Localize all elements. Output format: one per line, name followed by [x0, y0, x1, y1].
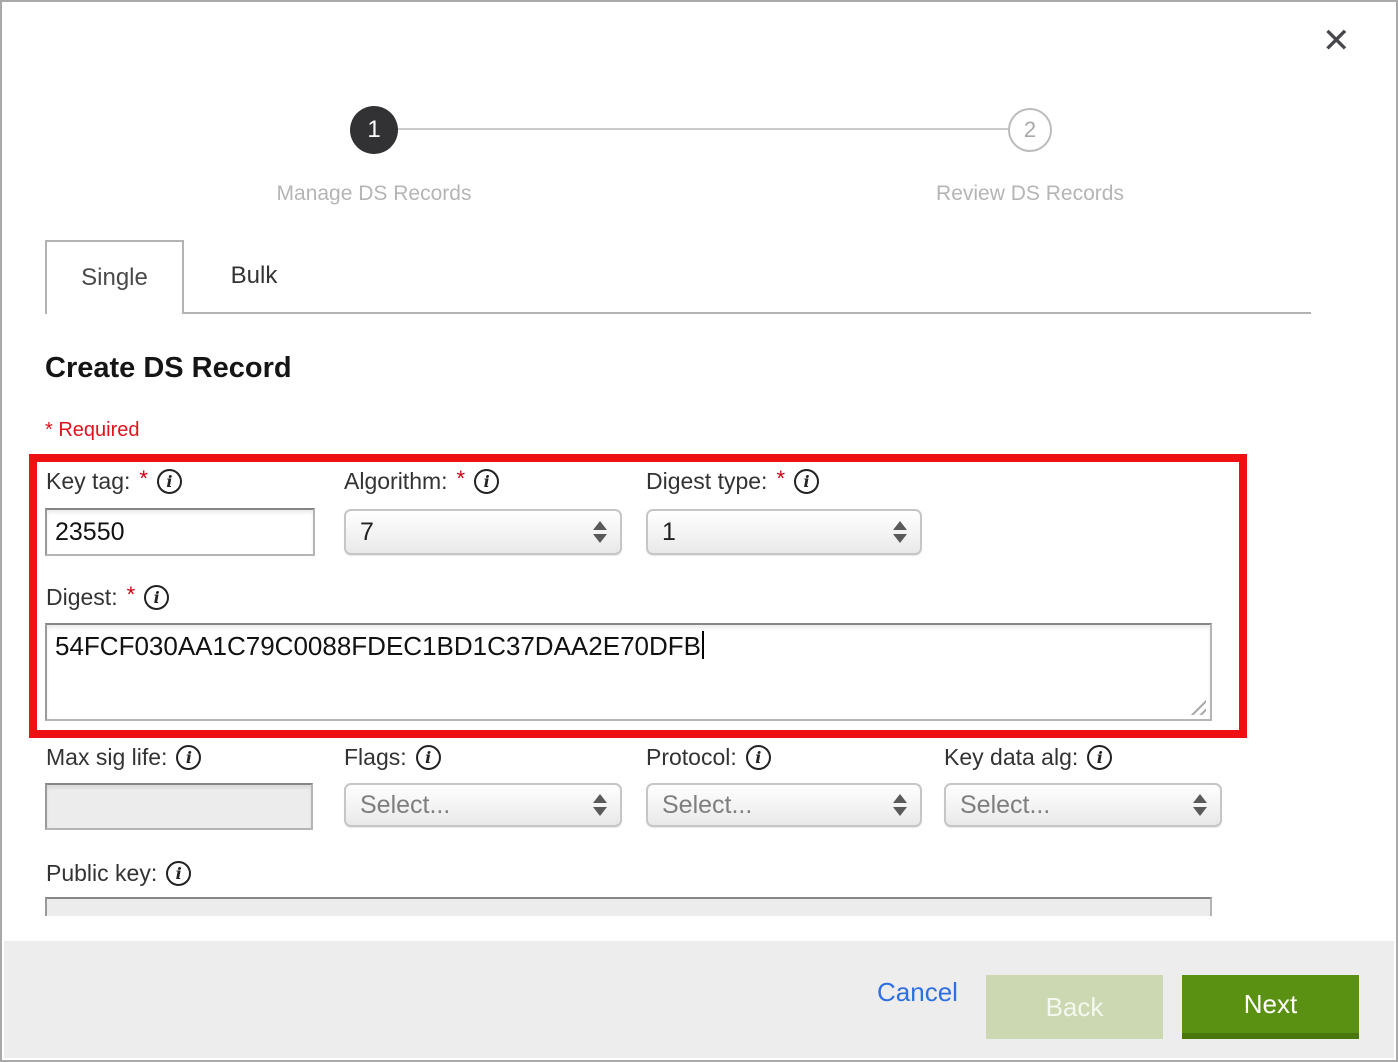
select-arrows-icon	[593, 794, 607, 816]
digest-type-select-value: 1	[662, 518, 676, 547]
digest-type-label-row: Digest type: * i	[646, 468, 819, 495]
page-title: Create DS Record	[45, 352, 292, 385]
digest-label: Digest:	[46, 584, 118, 611]
info-icon[interactable]: i	[746, 745, 771, 770]
step-2-indicator: 2	[1008, 108, 1052, 152]
info-icon[interactable]: i	[474, 469, 499, 494]
select-arrows-icon	[893, 794, 907, 816]
info-icon[interactable]: i	[166, 861, 191, 886]
info-icon[interactable]: i	[416, 745, 441, 770]
close-icon[interactable]: ✕	[1322, 24, 1351, 58]
info-icon[interactable]: i	[1087, 745, 1112, 770]
key-tag-label-row: Key tag: * i	[46, 468, 182, 495]
public-key-clip	[45, 897, 1212, 916]
tab-bottom-border	[45, 312, 1311, 314]
info-icon[interactable]: i	[794, 469, 819, 494]
dialog-footer: Cancel Back Next	[4, 941, 1394, 1058]
key-data-alg-select[interactable]: Select...	[944, 783, 1222, 827]
select-arrows-icon	[1193, 794, 1207, 816]
info-icon[interactable]: i	[176, 745, 201, 770]
cancel-button[interactable]: Cancel	[877, 977, 958, 1008]
algorithm-label-row: Algorithm: * i	[344, 468, 499, 495]
max-sig-life-label: Max sig life:	[46, 744, 167, 771]
algorithm-select-value: 7	[360, 518, 374, 547]
digest-label-row: Digest: * i	[46, 584, 169, 611]
required-asterisk: *	[776, 466, 785, 492]
key-tag-label: Key tag:	[46, 468, 130, 495]
protocol-label: Protocol:	[646, 744, 737, 771]
flags-label: Flags:	[344, 744, 407, 771]
required-asterisk: *	[457, 466, 466, 492]
back-button[interactable]: Back	[986, 975, 1163, 1039]
flags-select-value: Select...	[360, 791, 450, 820]
key-data-alg-select-value: Select...	[960, 791, 1050, 820]
protocol-label-row: Protocol: i	[646, 744, 771, 771]
step-1-label: Manage DS Records	[214, 182, 534, 206]
info-icon[interactable]: i	[157, 469, 182, 494]
select-arrows-icon	[593, 521, 607, 543]
select-arrows-icon	[893, 521, 907, 543]
tab-bulk[interactable]: Bulk	[184, 240, 324, 312]
text-cursor	[702, 631, 704, 659]
digest-type-label: Digest type:	[646, 468, 767, 495]
required-asterisk: *	[127, 582, 136, 608]
flags-select[interactable]: Select...	[344, 783, 622, 827]
resize-grip-icon[interactable]	[1190, 699, 1206, 715]
create-ds-record-dialog: ✕ 1 2 Manage DS Records Review DS Record…	[0, 0, 1398, 1062]
max-sig-life-label-row: Max sig life: i	[46, 744, 201, 771]
flags-label-row: Flags: i	[344, 744, 441, 771]
stepper-connector-line	[398, 128, 1010, 130]
digest-value: 54FCF030AA1C79C0088FDEC1BD1C37DAA2E70DFB	[55, 631, 701, 661]
next-button[interactable]: Next	[1182, 975, 1359, 1039]
key-data-alg-label: Key data alg:	[944, 744, 1078, 771]
public-key-label: Public key:	[46, 860, 157, 887]
key-data-alg-label-row: Key data alg: i	[944, 744, 1112, 771]
key-tag-input[interactable]	[45, 508, 315, 556]
algorithm-label: Algorithm:	[344, 468, 448, 495]
protocol-select-value: Select...	[662, 791, 752, 820]
required-asterisk: *	[139, 466, 148, 492]
required-note: * Required	[45, 419, 140, 442]
tab-single[interactable]: Single	[45, 240, 184, 314]
protocol-select[interactable]: Select...	[646, 783, 922, 827]
step-2-label: Review DS Records	[870, 182, 1190, 206]
max-sig-life-input[interactable]	[45, 783, 313, 830]
algorithm-select[interactable]: 7	[344, 509, 622, 555]
step-1-indicator: 1	[350, 106, 398, 154]
public-key-textarea[interactable]	[45, 897, 1212, 916]
info-icon[interactable]: i	[144, 585, 169, 610]
digest-type-select[interactable]: 1	[646, 509, 922, 555]
digest-textarea[interactable]: 54FCF030AA1C79C0088FDEC1BD1C37DAA2E70DFB	[45, 623, 1212, 721]
public-key-label-row: Public key: i	[46, 860, 191, 887]
